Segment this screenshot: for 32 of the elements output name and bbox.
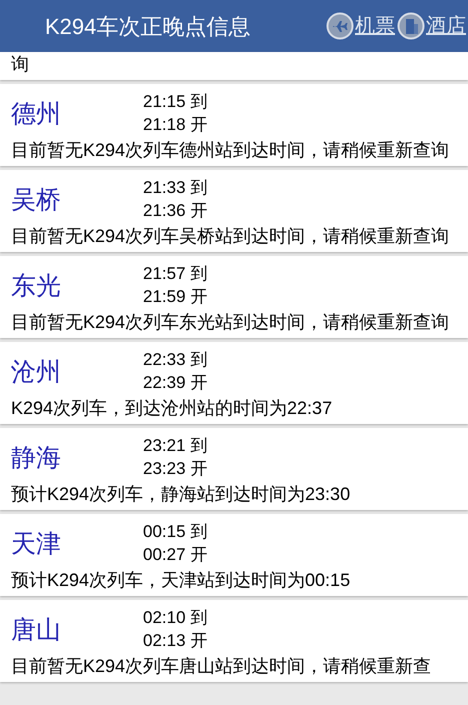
station-name: 德州 xyxy=(11,99,62,130)
departure-time: 02:13 开 xyxy=(143,630,208,652)
departure-time: 21:18 开 xyxy=(143,114,208,136)
arrival-time: 22:33 到 xyxy=(143,349,208,371)
arrival-time: 21:33 到 xyxy=(143,177,208,199)
station-name: 唐山 xyxy=(11,615,62,646)
departure-time: 00:27 开 xyxy=(143,544,208,566)
arrival-time: 02:10 到 xyxy=(143,607,208,629)
arrival-status: 预计K294次列车，天津站到达时间为00:15 xyxy=(11,569,352,592)
station-name: 沧州 xyxy=(11,357,62,388)
arrival-time: 00:15 到 xyxy=(143,521,208,543)
arrival-status: 目前暂无K294次列车德州站到达时间，请稍候重新查询 xyxy=(11,139,450,162)
arrival-status: 目前暂无K294次列车吴桥站到达时间，请稍候重新查询 xyxy=(11,225,450,248)
arrival-status: K294次列车，到达沧州站的时间为22:37 xyxy=(11,397,334,420)
arrival-status: 目前暂无K294次列车东光站到达时间，请稍候重新查询 xyxy=(11,311,450,334)
station-name: 东光 xyxy=(11,271,62,302)
station-name: 吴桥 xyxy=(11,185,62,216)
arrival-status: 目前暂无K294次列车唐山站到达时间，请稍候重新查 xyxy=(11,655,432,678)
building-icon xyxy=(397,12,425,40)
station-name: 天津 xyxy=(11,529,62,560)
arrival-time: 21:15 到 xyxy=(143,91,208,113)
departure-time: 21:59 开 xyxy=(143,286,208,308)
departure-time: 21:36 开 xyxy=(143,200,208,222)
station-name: 静海 xyxy=(11,443,62,474)
departure-time: 23:23 开 xyxy=(143,458,208,480)
arrival-status: 询 xyxy=(11,53,30,76)
departure-time: 22:39 开 xyxy=(143,372,208,394)
arrival-time: 23:21 到 xyxy=(143,435,208,457)
arrival-status: 预计K294次列车，静海站到达时间为23:30 xyxy=(11,483,352,506)
arrival-time: 21:57 到 xyxy=(143,263,208,285)
plane-icon xyxy=(326,12,354,40)
page-title: K294车次正晚点信息 xyxy=(45,12,252,40)
